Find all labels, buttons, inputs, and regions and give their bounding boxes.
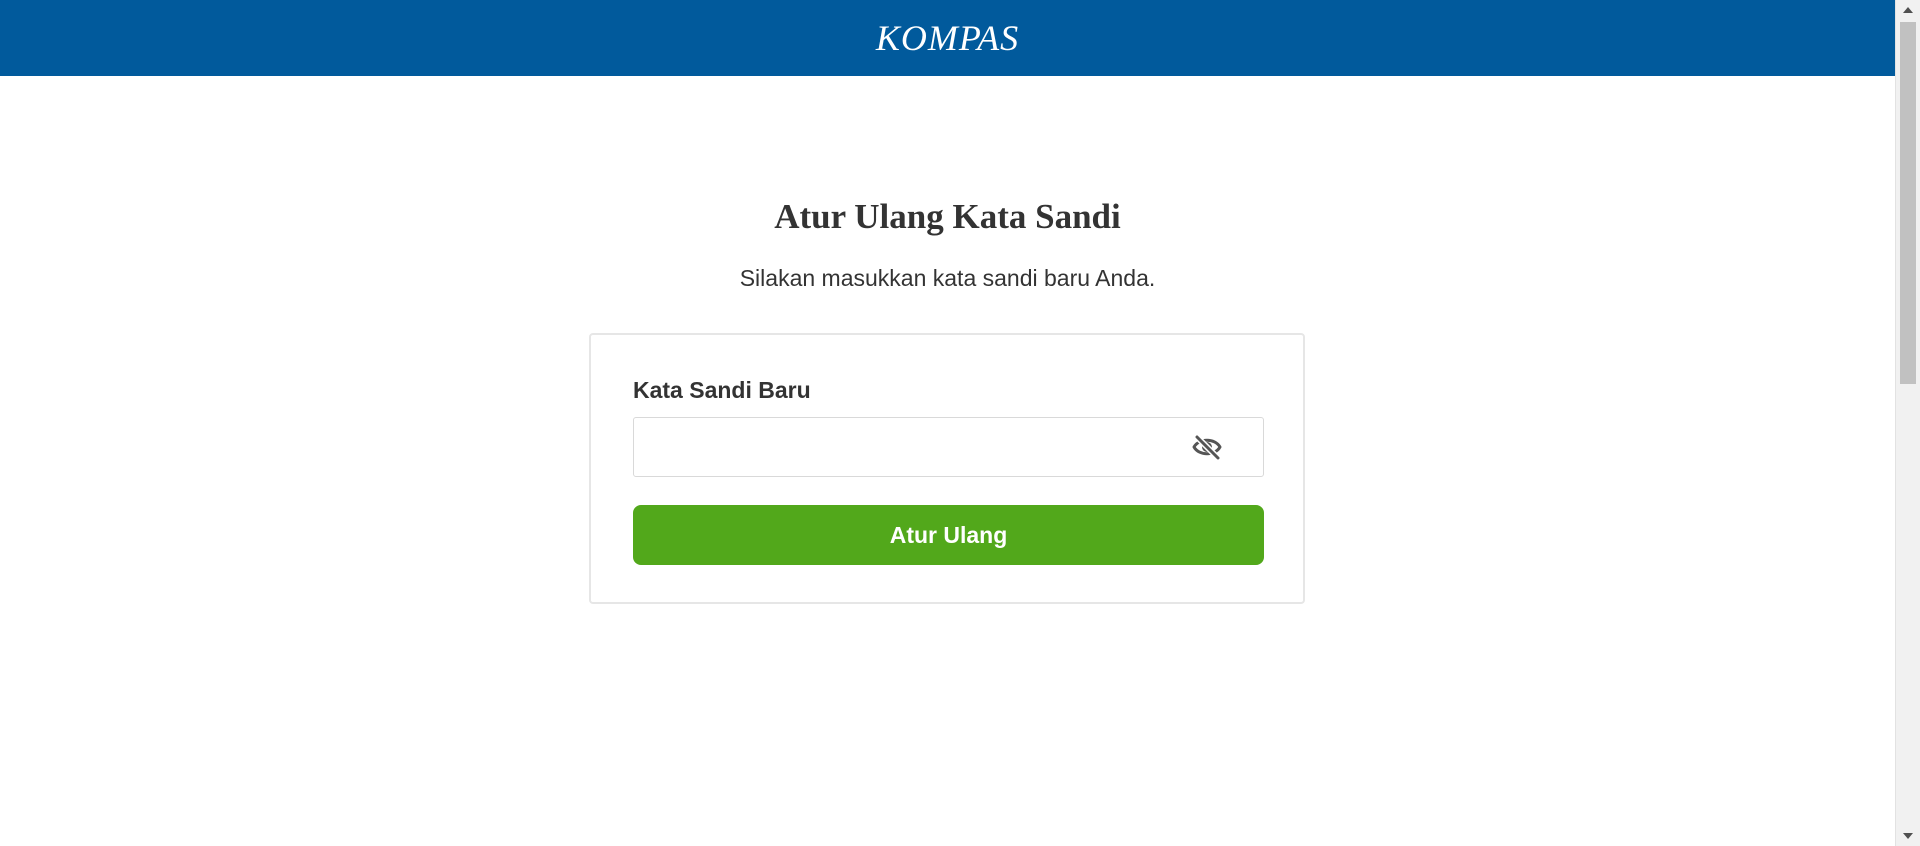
new-password-input[interactable] — [634, 418, 1194, 476]
site-header: KOMPAS — [0, 0, 1895, 76]
page-title: Atur Ulang Kata Sandi — [774, 197, 1121, 236]
vertical-scrollbar[interactable] — [1895, 0, 1920, 846]
page-subtitle: Silakan masukkan kata sandi baru Anda. — [739, 265, 1156, 291]
eye-slash-icon[interactable] — [1191, 433, 1223, 461]
reset-password-button[interactable]: Atur Ulang — [633, 505, 1264, 565]
reset-password-card: Kata Sandi Baru Atur Ulang — [589, 333, 1305, 604]
password-label: Kata Sandi Baru — [633, 377, 811, 403]
password-field-wrapper — [633, 417, 1264, 477]
page: KOMPAS Atur Ulang Kata Sandi Silakan mas… — [0, 0, 1920, 846]
reset-password-main: Atur Ulang Kata Sandi Silakan masukkan k… — [0, 76, 1895, 846]
scrollbar-thumb[interactable] — [1900, 22, 1916, 384]
scroll-up-arrow-icon[interactable] — [1896, 0, 1920, 20]
scroll-down-arrow-icon[interactable] — [1896, 826, 1920, 846]
kompas-logo[interactable]: KOMPAS — [876, 20, 1019, 56]
